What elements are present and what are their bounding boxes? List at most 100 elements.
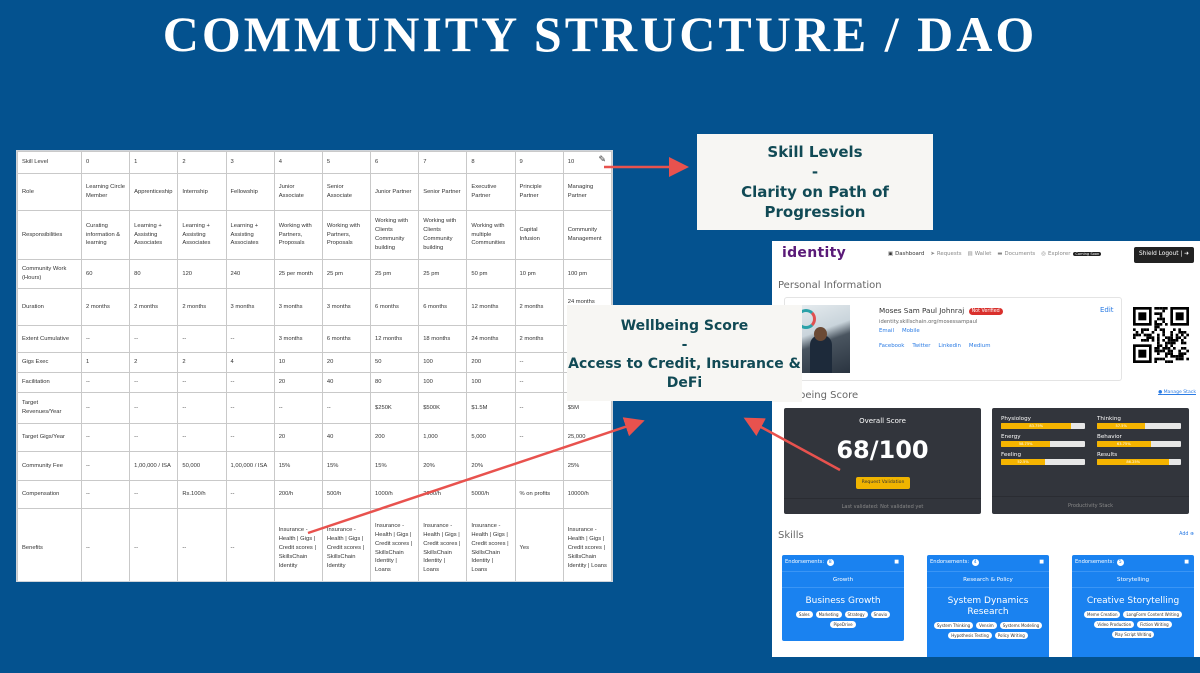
table-cell: 20% [466,451,516,481]
table-cell: 200 [466,352,516,373]
table-cell: 50,000 [177,451,227,481]
shield-logout-button[interactable]: Shield Logout | ➜ [1133,247,1194,263]
table-cell: 5 [321,151,372,174]
table-cell: Rs.100/h [177,480,227,509]
nav-item-requests[interactable]: ➤ Requests [930,251,961,257]
profile-link-email[interactable]: Email [879,328,894,334]
table-cell: -- [80,325,131,353]
video-icon[interactable]: ■ [894,559,899,565]
profile-link-facebook[interactable]: Facebook [879,343,904,349]
dashboard-icon: ▣ [888,251,894,257]
nav-item-explorer[interactable]: ◎ Explorer Coming Soon [1041,251,1102,257]
skill-card[interactable]: Endorsements: 4 ■ Research & Policy Syst… [927,555,1049,657]
table-cell: 15% [370,451,420,481]
table-cell: 12 months [370,325,420,353]
skill-card[interactable]: Endorsements: 8 ■ Growth Business Growth… [782,555,904,641]
request-validation-button[interactable]: Request Validation [856,477,910,489]
row-header-cell: Role [17,173,82,211]
nav-item-documents[interactable]: ▬ Documents [997,251,1035,257]
table-cell: 80 [370,372,420,393]
table-cell: Junior Partner [370,173,420,211]
callout-subtext: Clarity on Path of Progression [741,183,889,221]
callout-heading: Skill Levels [767,143,863,161]
overall-score-label: Overall Score [859,417,906,425]
table-cell: 5,000 [466,423,516,452]
endorsement-count: 8 [826,559,834,566]
progress-percent: 57.5% [1115,424,1127,428]
table-cell: Capital Infusion [514,210,564,260]
table-cell: -- [80,423,131,452]
table-cell: 18 months [418,325,468,353]
table-cell: 25 pm [321,259,372,289]
progress-bar: 57.5% [1097,423,1181,429]
video-icon[interactable]: ■ [1039,559,1044,565]
table-cell: -- [514,372,564,393]
progress-percent: 63.75% [1116,442,1131,446]
profile-link-mobile[interactable]: Mobile [902,328,920,334]
table-cell: -- [514,423,564,452]
table-cell: Principle Partner [514,173,564,211]
table-cell: -- [225,372,275,393]
profile-link-medium[interactable]: Medium [969,343,991,349]
table-cell: 25 pm [418,259,468,289]
nav-item-wallet[interactable]: ▤ Wallet [968,251,992,257]
progress-bar: 52.5% [1001,459,1085,465]
profile-link-linkedin[interactable]: Linkedin [938,343,961,349]
skill-level-table: Skill Level 0 1 2 3 4 5 6 7 8 9 10 Role Learning Circ… [17,151,612,581]
skill-name: Business Growth [805,596,881,606]
table-row: Target Revenues/Year -- -- -- -- -- -- $250K $50… [17,392,612,424]
callout-separator: - [681,337,688,353]
profile-link-twitter[interactable]: Twitter [912,343,930,349]
profile-url[interactable]: identity.skillschain.org/mosessampaul [879,319,977,325]
not-verified-badge: Not Verified [968,308,1003,315]
skill-card[interactable]: Endorsements: 5 ■ Storytelling Creative … [1072,555,1194,657]
manage-stack-link[interactable]: ● Manage Stack [1158,390,1196,395]
skill-name: Creative Storytelling [1086,596,1180,606]
table-cell: 7 [418,151,468,174]
table-row: Responsibilities Curating information & l… [17,210,612,260]
table-cell: 500/h [321,480,372,509]
table-cell: Insurance - Health | Gigs | Credit score… [418,508,468,581]
metric-label: Feeling [1001,452,1021,458]
metric-label: Results [1097,452,1118,458]
table-cell: Insurance - Health | Gigs | Credit score… [466,508,516,581]
progress-bar: 83.75% [1001,423,1085,429]
edit-profile-link[interactable]: Edit [1100,306,1114,314]
manage-stack-label: Manage Stack [1163,390,1196,395]
nav-item-dashboard[interactable]: ▣ Dashboard [888,251,924,257]
table-cell: 12 months [466,288,516,326]
endorsement-count: 4 [971,559,979,566]
table-cell: -- [80,451,131,481]
skill-category: Research & Policy [927,571,1049,588]
nav-label: Documents [1004,251,1036,257]
table-row: Skill Level 0 1 2 3 4 5 6 7 8 9 10 [17,151,612,174]
table-cell: 2 months [514,288,564,326]
skills-heading: Skills [778,530,804,541]
table-cell [514,451,564,481]
add-skill-button[interactable]: Add ⊕ [1179,532,1194,537]
folder-icon: ▬ [997,251,1003,257]
table-cell: 80 [129,259,179,289]
pencil-icon[interactable]: ✎ [598,154,606,165]
table-cell: 2 months [514,325,564,353]
table-row: Community Work (Hours) 60 80 120 240 25 per m… [17,259,612,289]
table-cell: 120 [177,259,227,289]
skill-tag: System Thinking [933,622,974,629]
skill-category: Growth [782,571,904,588]
profile-name-row: Moses Sam Paul Johnraj Not Verified [879,306,1003,315]
table-cell: 1 [129,151,179,174]
row-header-cell: Responsibilities [17,210,82,260]
table-cell: Working with Partners, Proposals [321,210,372,260]
metric-energy: Energy 58.75% [1001,434,1085,447]
table-cell: 6 [370,151,420,174]
identity-logo[interactable]: identity [782,245,846,261]
table-cell: 20 [321,352,372,373]
metric-results: Results 86.25% [1097,452,1181,465]
table-cell: -- [225,423,275,452]
table-cell: Senior Associate [321,173,372,211]
video-icon[interactable]: ■ [1184,559,1189,565]
table-cell: Yes [514,508,564,581]
table-cell: -- [514,392,564,424]
table-cell: 1 [80,352,131,373]
table-row: Extent Cumulative -- -- -- -- 3 months 6 month… [17,325,612,353]
